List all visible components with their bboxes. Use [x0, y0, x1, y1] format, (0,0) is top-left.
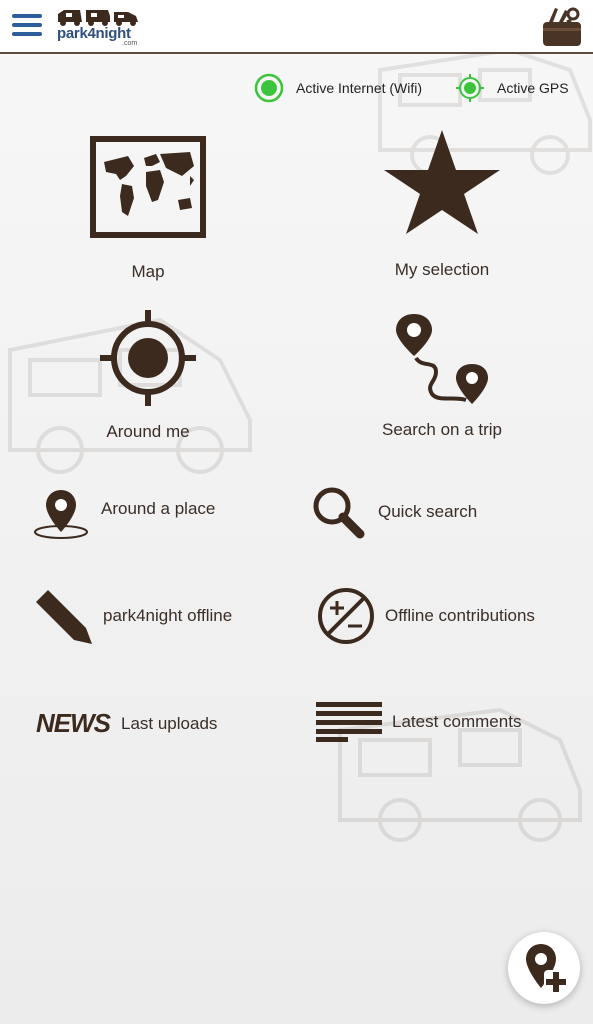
gps-status: Active GPS — [455, 74, 569, 102]
quick-search-button[interactable]: Quick search — [312, 486, 477, 540]
crosshair-target-icon — [100, 310, 196, 406]
map-button[interactable]: Map — [78, 136, 218, 282]
offline-contributions-button[interactable]: Offline contributions — [316, 586, 535, 646]
around-me-button[interactable]: Around me — [78, 308, 218, 442]
last-uploads-button[interactable]: NEWS Last uploads — [36, 708, 217, 739]
plus-minus-circle-icon — [318, 588, 374, 644]
internet-status: Active Internet (Wifi) — [254, 73, 423, 103]
world-map-icon — [90, 136, 206, 238]
app-header: park4night .com — [0, 0, 593, 54]
search-trip-label: Search on a trip — [381, 420, 502, 439]
last-uploads-label: Last uploads — [121, 713, 218, 733]
offline-button[interactable]: park4night offline — [34, 586, 232, 646]
star-icon — [384, 130, 500, 234]
offline-label: park4night offline — [103, 606, 233, 625]
my-selection-button[interactable]: My selection — [362, 128, 522, 280]
wifi-active-indicator-icon — [254, 73, 284, 103]
around-place-label: Around a place — [101, 499, 216, 518]
add-location-pin-icon — [526, 944, 568, 994]
add-place-fab-button[interactable] — [508, 932, 580, 1004]
around-place-button[interactable]: Around a place — [32, 488, 215, 540]
my-selection-label: My selection — [394, 260, 490, 279]
offline-contributions-label: Offline contributions — [385, 606, 535, 625]
logo-text: park4night — [57, 25, 131, 42]
latest-comments-button[interactable]: Latest comments — [316, 702, 521, 742]
toolbox-icon[interactable] — [541, 6, 583, 48]
gps-status-label: Active GPS — [497, 80, 569, 96]
pencil-icon — [36, 590, 92, 644]
internet-status-label: Active Internet (Wifi) — [296, 80, 423, 96]
park4night-logo: park4night .com — [56, 4, 146, 48]
magnifier-search-icon — [313, 487, 365, 539]
logo-domain: .com — [122, 40, 138, 47]
search-trip-button[interactable]: Search on a trip — [362, 310, 522, 440]
map-label: Map — [131, 262, 165, 281]
quick-search-label: Quick search — [378, 502, 478, 521]
route-pins-icon — [396, 314, 488, 404]
news-icon: NEWS — [36, 708, 111, 738]
hamburger-menu-icon[interactable] — [12, 12, 44, 38]
map-pin-place-icon — [34, 490, 88, 539]
text-lines-icon — [316, 702, 382, 742]
latest-comments-label: Latest comments — [392, 712, 522, 731]
around-me-label: Around me — [106, 422, 190, 441]
gps-active-indicator-icon — [456, 74, 484, 102]
